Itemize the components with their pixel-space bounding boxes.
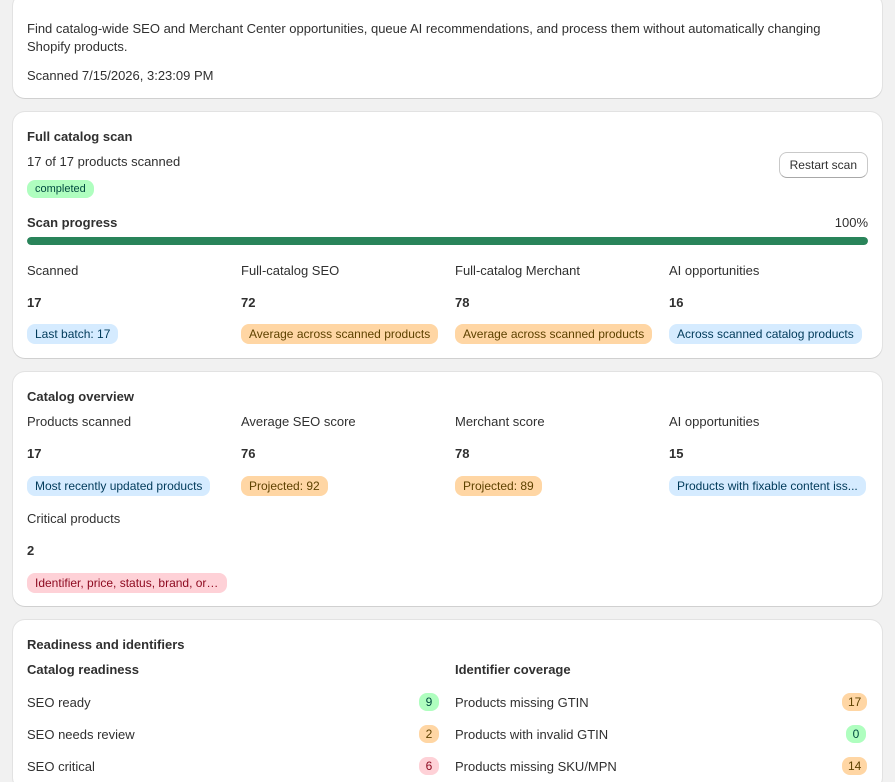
identifier-row-missing-gtin: Products missing GTIN — [455, 695, 589, 710]
stat-value-ai: 16 — [669, 295, 684, 310]
stat-value-scanned: 17 — [27, 295, 42, 310]
overview-value-seo: 76 — [241, 446, 256, 461]
intro-description: Find catalog-wide SEO and Merchant Cente… — [27, 21, 821, 54]
scanned-timestamp: Scanned 7/15/2026, 3:23:09 PM — [27, 68, 214, 83]
full-scan-title: Full catalog scan — [27, 129, 133, 144]
identifier-row-invalid-gtin: Products with invalid GTIN — [455, 727, 609, 742]
scan-progress-text: 17 of 17 products scanned — [27, 154, 181, 169]
identifier-count-missing-sku: 14 — [842, 757, 868, 775]
readiness-row-seo-review: SEO needs review — [27, 727, 135, 742]
overview-value-ai: 15 — [669, 446, 684, 461]
overview-value-critical: 2 — [27, 543, 35, 558]
scan-progress-percent: 100% — [834, 215, 868, 230]
overview-label-seo: Average SEO score — [241, 414, 356, 429]
overview-badge-seo: Projected: 92 — [241, 476, 328, 496]
intro-card: Find catalog-wide SEO and Merchant Cente… — [13, 0, 882, 98]
stat-label-merchant: Full-catalog Merchant — [455, 263, 580, 278]
overview-badge-ai: Products with fixable content iss... — [669, 476, 866, 496]
overview-value-products: 17 — [27, 446, 42, 461]
readiness-count-seo-critical: 6 — [419, 757, 439, 775]
readiness-title: Readiness and identifiers — [27, 637, 185, 652]
scan-progress-bar — [27, 237, 868, 245]
overview-label-merchant: Merchant score — [455, 414, 545, 429]
stat-label-scanned: Scanned — [27, 263, 79, 278]
scan-progress-label: Scan progress — [27, 215, 118, 230]
readiness-row-seo-critical: SEO critical — [27, 759, 95, 774]
scan-progress-fill — [27, 237, 868, 245]
identifier-count-invalid-gtin: 0 — [846, 725, 866, 743]
stat-badge-seo: Average across scanned products — [241, 324, 439, 344]
stat-value-merchant: 78 — [455, 295, 470, 310]
scan-status-badge: completed — [27, 180, 94, 198]
readiness-card: Readiness and identifiers Catalog readin… — [13, 620, 882, 782]
overview-label-ai: AI opportunities — [669, 414, 760, 429]
identifier-coverage-title: Identifier coverage — [455, 662, 571, 677]
restart-scan-button[interactable]: Restart scan — [778, 152, 868, 178]
overview-title: Catalog overview — [27, 389, 134, 404]
catalog-overview-card: Catalog overview Products scanned 17 Mos… — [13, 372, 882, 606]
full-catalog-scan-card: Full catalog scan 17 of 17 products scan… — [13, 112, 882, 358]
overview-badge-products: Most recently updated products — [27, 476, 211, 496]
overview-badge-critical: Identifier, price, status, brand, or ... — [27, 573, 227, 593]
identifier-row-missing-sku: Products missing SKU/MPN — [455, 759, 617, 774]
stat-badge-ai: Across scanned catalog products — [669, 324, 862, 344]
stat-label-seo: Full-catalog SEO — [241, 263, 340, 278]
stat-badge-scanned: Last batch: 17 — [27, 324, 119, 344]
readiness-count-seo-review: 2 — [419, 725, 439, 743]
overview-label-critical: Critical products — [27, 511, 121, 526]
identifier-count-missing-gtin: 17 — [842, 693, 868, 711]
readiness-count-seo-ready: 9 — [419, 693, 439, 711]
stat-label-ai: AI opportunities — [669, 263, 760, 278]
stat-badge-merchant: Average across scanned products — [455, 324, 653, 344]
catalog-readiness-title: Catalog readiness — [27, 662, 139, 677]
readiness-row-seo-ready: SEO ready — [27, 695, 91, 710]
overview-label-products: Products scanned — [27, 414, 132, 429]
overview-badge-merchant: Projected: 89 — [455, 476, 542, 496]
stat-value-seo: 72 — [241, 295, 256, 310]
overview-value-merchant: 78 — [455, 446, 470, 461]
